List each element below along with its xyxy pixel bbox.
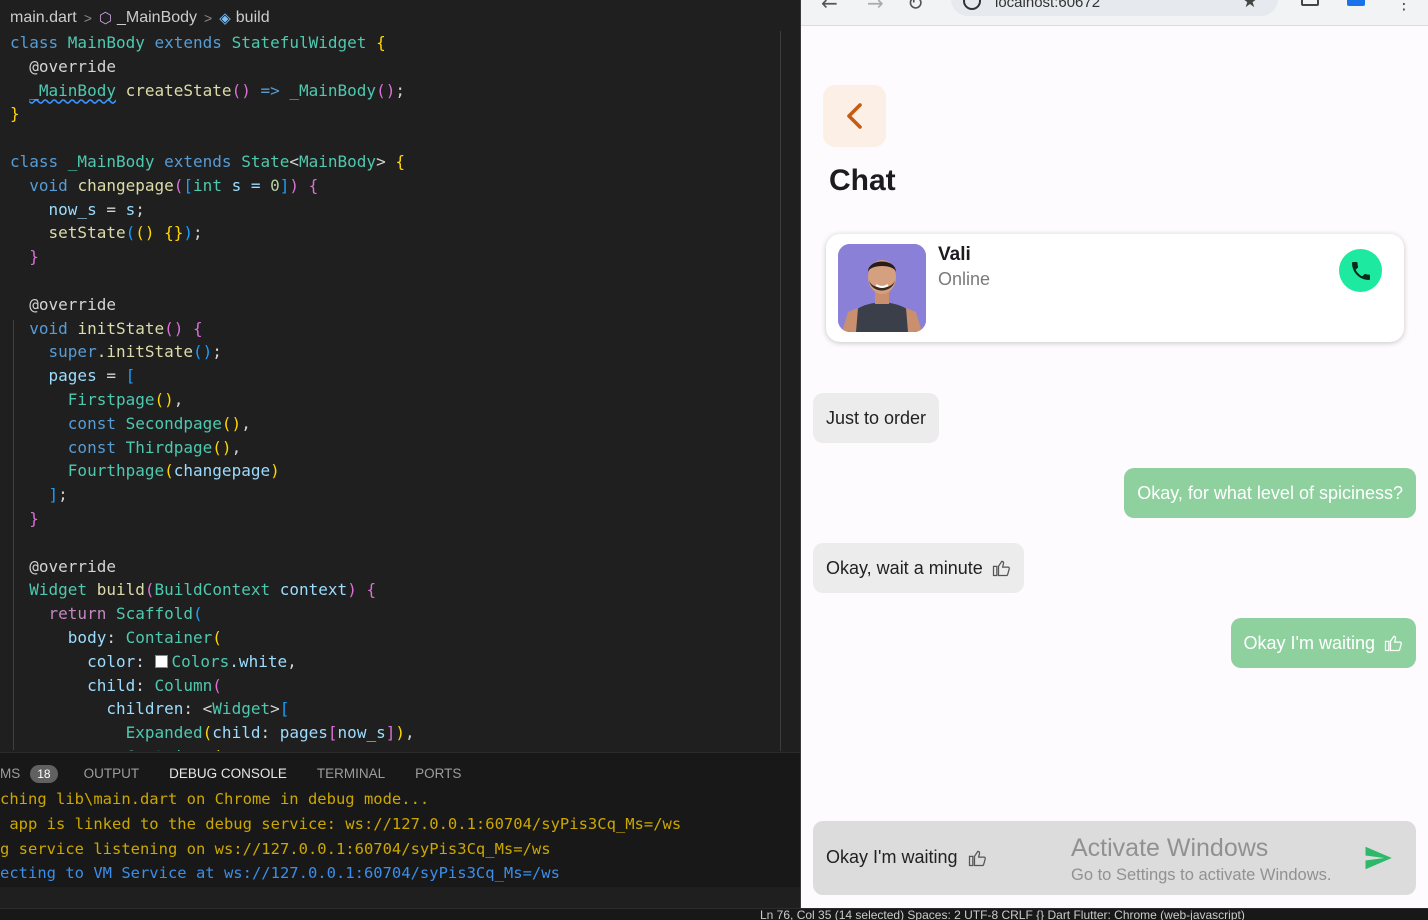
message-bubble-sent: Okay I'm waiting	[1230, 618, 1416, 668]
profile-icon[interactable]	[1347, 0, 1365, 6]
message-text: Just to order	[826, 407, 927, 428]
code-line: Fourthpage(changepage)	[67, 461, 280, 481]
chevron-right-icon: >	[83, 10, 92, 26]
symbol-class-icon: ⬡	[98, 10, 112, 27]
message-input[interactable]: Okay I'm waiting	[826, 847, 987, 868]
url-text: localhost:60672	[995, 0, 1101, 11]
code-line: @override	[10, 56, 116, 76]
code-line: color: Colors.white,	[87, 651, 297, 671]
call-button[interactable]	[1339, 249, 1382, 292]
extensions-icon[interactable]	[1301, 0, 1319, 6]
code-line: Container(	[0, 745, 780, 751]
activate-windows-watermark: Activate Windows Go to Settings to activ…	[1071, 834, 1331, 885]
watermark-subtitle: Go to Settings to activate Windows.	[1071, 866, 1332, 884]
debug-console-output[interactable]: ching lib\main.dart on Chrome in debug m…	[0, 787, 800, 887]
tab-terminal[interactable]: TERMINAL	[317, 756, 385, 791]
code-line: class _MainBody extends State<MainBody> …	[10, 151, 405, 171]
code-line: void changepage([int s = 0]) {	[29, 175, 319, 195]
code-line: Widget build(BuildContext context) {	[29, 580, 377, 600]
message-composer[interactable]: Okay I'm waiting Activate Windows Go to …	[813, 821, 1416, 895]
code-line: body: Container(	[67, 627, 222, 647]
code-line: return Scaffold(	[48, 604, 203, 624]
console-line: g service listening on ws://127.0.0.1:60…	[0, 839, 551, 858]
browser-toolbar: ← → ↻ localhost:60672 ★ ⋮	[801, 0, 1428, 26]
contact-status: Online	[938, 269, 991, 289]
back-arrow-icon[interactable]: ←	[821, 0, 838, 15]
code-line: now_s = s;	[48, 199, 145, 219]
editor-scrollbar[interactable]	[780, 31, 781, 751]
back-button[interactable]	[823, 85, 886, 147]
chevron-right-icon: >	[204, 10, 213, 26]
code-line: super.initState();	[48, 342, 222, 362]
page-title: Chat	[829, 164, 896, 197]
code-area[interactable]: class MainBody extends StatefulWidget { …	[0, 31, 780, 751]
code-line: child: Column(	[87, 675, 222, 695]
send-icon	[1365, 846, 1392, 870]
message-bubble-received: Just to order	[813, 393, 940, 443]
forward-arrow-icon[interactable]: →	[867, 0, 884, 15]
code-line: ];	[48, 485, 68, 505]
contact-card[interactable]: Vali Online	[826, 234, 1404, 342]
color-swatch-icon[interactable]	[154, 654, 168, 668]
breadcrumb-file[interactable]: main.dart	[10, 9, 77, 27]
code-line: }	[10, 247, 39, 267]
problems-count-badge: 18	[30, 764, 58, 783]
thumbs-up-icon	[967, 848, 987, 868]
code-line: void initState() {	[29, 318, 203, 338]
code-line: setState(() {});	[48, 223, 203, 243]
tab-output[interactable]: OUTPUT	[84, 756, 140, 791]
code-line: @override	[10, 294, 116, 314]
console-line: app is linked to the debug service: ws:/…	[0, 814, 682, 833]
code-line: }	[10, 104, 20, 124]
browser-window: ← → ↻ localhost:60672 ★ ⋮ Chat Vali Onli…	[800, 0, 1428, 908]
console-line: ecting to VM Service at ws://127.0.0.1:6…	[0, 864, 560, 883]
code-editor: main.dart > ⬡ _MainBody > ◈ build class …	[0, 0, 800, 920]
code-line: @override	[10, 556, 116, 576]
contact-name: Vali	[938, 244, 971, 265]
star-icon[interactable]: ★	[1242, 0, 1258, 12]
message-bubble-sent: Okay, for what level of spiciness?	[1124, 468, 1416, 518]
console-line: ching lib\main.dart on Chrome in debug m…	[0, 790, 430, 808]
message-text: Okay, wait a minute	[826, 557, 983, 578]
send-button[interactable]	[1362, 843, 1394, 877]
breadcrumb-method[interactable]: build	[236, 9, 270, 27]
code-line: children: <Widget>[	[106, 699, 290, 719]
breadcrumb-class[interactable]: _MainBody	[117, 9, 197, 27]
kebab-menu-icon[interactable]: ⋮	[1396, 0, 1412, 13]
code-line: class MainBody extends StatefulWidget {	[10, 33, 386, 52]
message-bubble-received: Okay, wait a minute	[813, 543, 1024, 593]
code-line: _MainBody createState() => _MainBody();	[29, 80, 405, 100]
message-text: Okay, for what level of spiciness?	[1137, 482, 1403, 503]
reload-icon[interactable]: ↻	[907, 0, 924, 15]
tab-ports[interactable]: PORTS	[415, 756, 461, 791]
thumbs-up-icon	[991, 558, 1011, 578]
info-icon[interactable]	[963, 0, 981, 10]
code-line: const Thirdpage(),	[67, 437, 242, 457]
tab-debug-console[interactable]: DEBUG CONSOLE	[169, 756, 287, 791]
code-line: Firstpage(),	[67, 389, 184, 409]
message-text: Okay I'm waiting	[1243, 632, 1375, 653]
address-bar[interactable]: localhost:60672 ★	[951, 0, 1278, 16]
avatar	[838, 244, 926, 332]
code-line: const Secondpage(),	[67, 413, 251, 433]
code-line: Expanded(child: pages[now_s]),	[125, 723, 415, 743]
phone-icon	[1351, 261, 1370, 280]
back-chevron-icon	[846, 103, 862, 129]
code-line: pages = [	[48, 366, 136, 386]
watermark-title: Activate Windows	[1071, 834, 1269, 862]
status-bar[interactable]: Ln 76, Col 35 (14 selected) Spaces: 2 UT…	[0, 908, 1428, 920]
tab-problems[interactable]: MS	[0, 756, 20, 791]
cube-icon: ◈	[219, 10, 231, 27]
thumbs-up-icon	[1383, 633, 1403, 653]
code-line: }	[10, 508, 39, 528]
indent-guide	[13, 320, 14, 750]
